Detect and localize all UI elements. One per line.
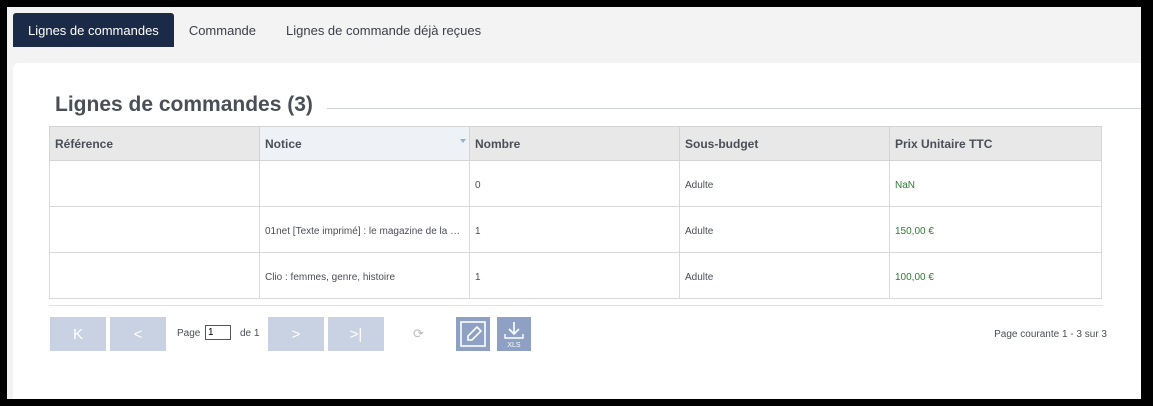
cell-sous-budget: Adulte (679, 160, 890, 207)
cell-reference (49, 206, 260, 253)
tab-commande[interactable]: Commande (174, 13, 271, 47)
last-page-button[interactable]: >| (328, 317, 384, 351)
pagination-status: Page courante 1 - 3 sur 3 (994, 329, 1107, 340)
column-header-prix[interactable]: Prix Unitaire TTC (889, 126, 1102, 161)
last-page-icon: >| (349, 325, 363, 343)
xls-label: XLS (507, 342, 521, 349)
column-header-notice[interactable]: Notice (259, 126, 470, 161)
previous-page-button[interactable]: < (110, 317, 166, 351)
cell-prix: 100,00 € (889, 252, 1102, 299)
page-number-input[interactable] (205, 325, 231, 340)
edit-button[interactable] (456, 317, 490, 351)
cell-notice: 01net [Texte imprimé] : le magazine de l… (259, 206, 470, 253)
sort-descending-icon (460, 139, 466, 143)
column-header-reference[interactable]: Référence (49, 126, 260, 161)
download-xls-icon: XLS (504, 322, 524, 349)
table-row[interactable]: 0 Adulte NaN (49, 160, 1102, 207)
cell-notice (259, 160, 470, 207)
pagination-bar: K < Page de 1 > >| ⟳ (50, 317, 1110, 352)
first-page-button[interactable]: K (50, 317, 106, 351)
table-header-row: Référence Notice Nombre Sous-budget Prix… (49, 126, 1102, 161)
next-page-button[interactable]: > (268, 317, 324, 351)
page-total-label: de 1 (240, 328, 260, 339)
export-xls-button[interactable]: XLS (497, 317, 531, 351)
table-row[interactable]: 01net [Texte imprimé] : le magazine de l… (49, 206, 1102, 253)
tab-lignes-recues[interactable]: Lignes de commande déjà reçues (271, 13, 496, 47)
chevron-left-icon: < (133, 325, 143, 343)
cell-reference (49, 252, 260, 299)
cell-sous-budget: Adulte (679, 206, 890, 253)
pager-divider (49, 305, 1103, 306)
column-header-sous-budget[interactable]: Sous-budget (679, 126, 890, 161)
edit-icon (460, 321, 486, 347)
cell-prix: 150,00 € (889, 206, 1102, 253)
chevron-right-icon: > (291, 325, 301, 343)
cell-notice: Clio : femmes, genre, histoire (259, 252, 470, 299)
tab-bar: Lignes de commandes Commande Lignes de c… (7, 13, 1141, 47)
cell-nombre: 0 (469, 160, 680, 207)
cell-nombre: 1 (469, 252, 680, 299)
column-header-nombre[interactable]: Nombre (469, 126, 680, 161)
cell-sous-budget: Adulte (679, 252, 890, 299)
cell-reference (49, 160, 260, 207)
tab-lignes-de-commandes[interactable]: Lignes de commandes (13, 13, 174, 47)
page-label: Page (177, 328, 201, 339)
order-lines-table: Référence Notice Nombre Sous-budget Prix… (49, 126, 1102, 299)
cell-nombre: 1 (469, 206, 680, 253)
first-page-icon: K (72, 325, 83, 343)
page-title: Lignes de commandes (3) (55, 93, 327, 117)
table-row[interactable]: Clio : femmes, genre, histoire 1 Adulte … (49, 252, 1102, 299)
cell-prix: NaN (889, 160, 1102, 207)
column-header-notice-label: Notice (265, 136, 302, 151)
order-lines-panel: Lignes de commandes (3) Référence Notice… (13, 63, 1141, 399)
refresh-icon[interactable]: ⟳ (413, 326, 424, 342)
app-frame: Lignes de commandes Commande Lignes de c… (7, 7, 1141, 399)
